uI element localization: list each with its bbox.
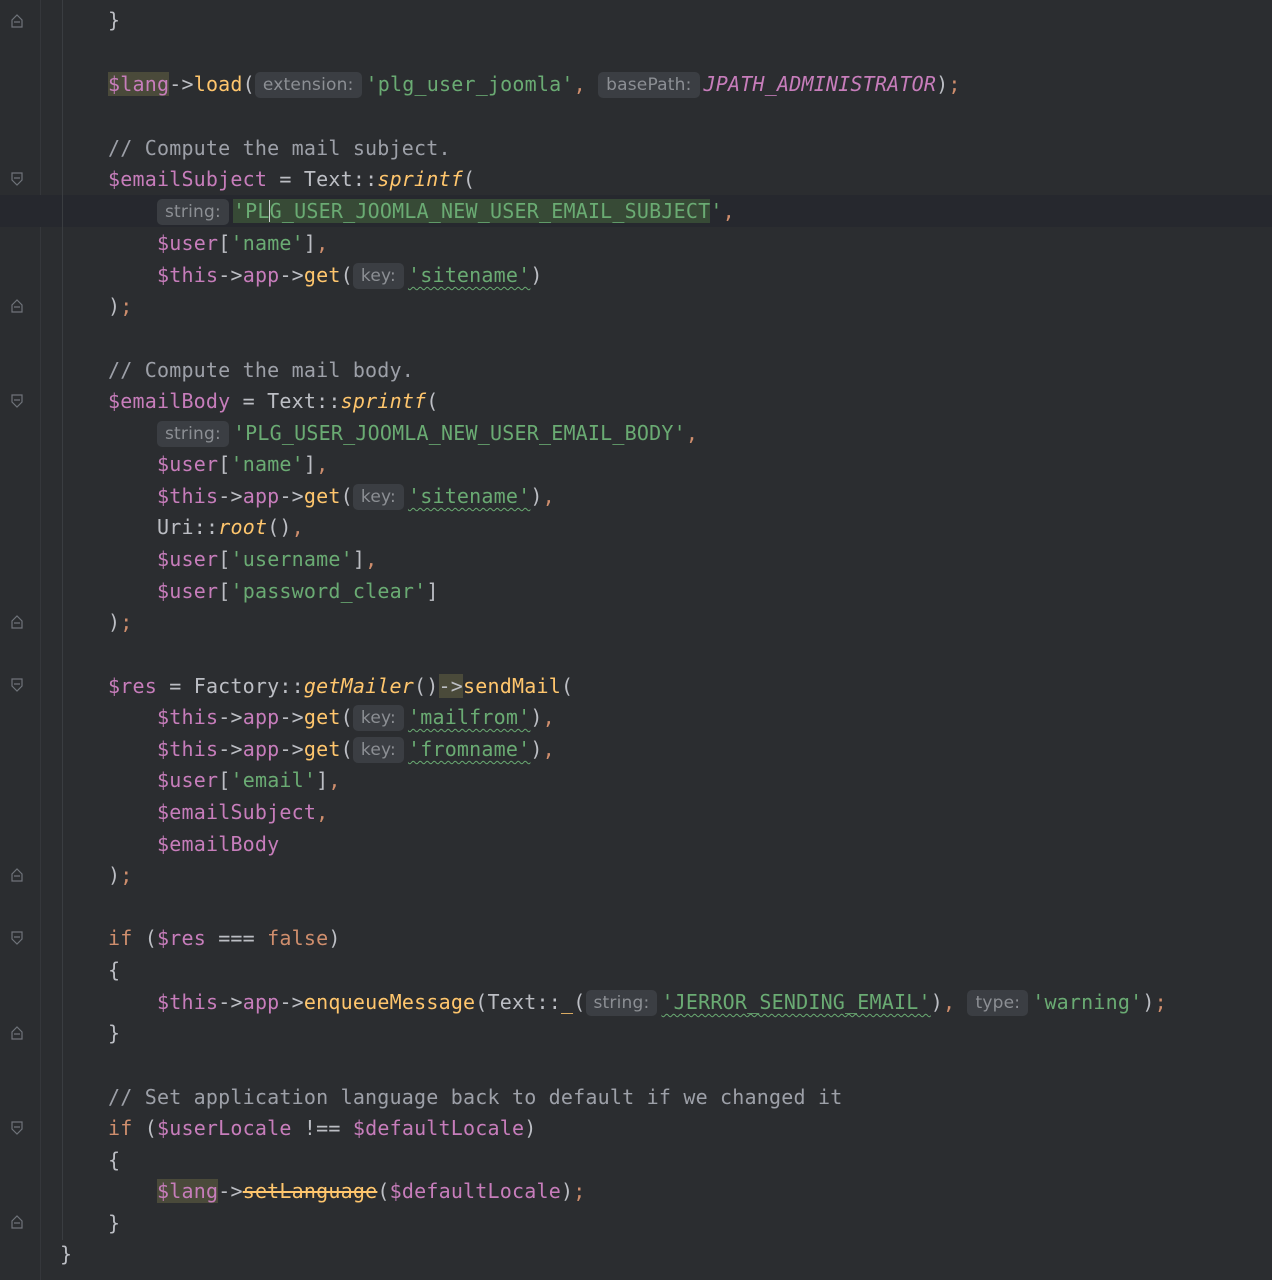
code-line: } (108, 1021, 121, 1045)
code-line: { (108, 1148, 121, 1172)
code-line: $res = Factory::getMailer()->sendMail( (108, 674, 574, 698)
code-line: } (108, 1211, 121, 1235)
param-hint: key: (352, 263, 404, 289)
code-line: $this->app->get(key:'sitename'), (157, 484, 555, 510)
fold-end-icon[interactable] (11, 1026, 23, 1040)
param-hint: string: (585, 990, 658, 1016)
code-line: string: 'PLG_USER_JOOMLA_NEW_USER_EMAIL_B… (157, 417, 698, 449)
code-line: $lang->setLanguage($defaultLocale); (157, 1179, 586, 1203)
code-line: $emailSubject = Text::sprintf( (108, 167, 476, 191)
code-line: $lang->load(extension:'plg_user_joomla',… (108, 72, 961, 98)
code-area[interactable]: } $lang->load(extension:'plg_user_joomla… (40, 0, 1272, 1280)
code-editor[interactable]: } $lang->load(extension:'plg_user_joomla… (0, 0, 1272, 1280)
fold-end-icon[interactable] (11, 14, 23, 28)
code-line: Uri::root(), (157, 515, 304, 539)
fold-start-icon[interactable] (11, 172, 23, 186)
param-hint: type: (967, 990, 1029, 1016)
param-hint: string: (157, 199, 229, 225)
code-line: ); (108, 863, 133, 887)
indent-guide (62, 0, 63, 1240)
comment-line: // Compute the mail subject. (108, 136, 451, 160)
code-line: } (108, 8, 121, 32)
fold-start-icon[interactable] (11, 1121, 23, 1135)
fold-start-icon[interactable] (11, 678, 23, 692)
comment-line: // Set application language back to defa… (108, 1085, 843, 1109)
code-line: $emailBody = Text::sprintf( (108, 389, 439, 413)
comment-line: // Compute the mail body. (108, 358, 415, 382)
code-line: $user['email'], (157, 768, 341, 792)
code-line: { (108, 958, 121, 982)
code-line: $emailBody (157, 832, 280, 856)
code-line: ); (108, 294, 133, 318)
code-line: $user['name'], (157, 452, 329, 476)
code-line: $emailSubject, (157, 800, 329, 824)
code-line: $user['name'], (157, 231, 329, 255)
code-line: ); (108, 610, 133, 634)
fold-end-icon[interactable] (11, 299, 23, 313)
param-hint: key: (352, 737, 404, 763)
fold-end-icon[interactable] (11, 1215, 23, 1229)
fold-end-icon[interactable] (11, 868, 23, 882)
code-line: $this->app->enqueueMessage(Text::_(strin… (157, 990, 1167, 1016)
code-line: $this->app->get(key:'fromname'), (157, 737, 555, 763)
fold-start-icon[interactable] (11, 931, 23, 945)
gutter (0, 0, 41, 1280)
code-line: if ($userLocale !== $defaultLocale) (108, 1116, 537, 1140)
code-line: $this->app->get(key:'sitename') (157, 263, 543, 289)
fold-end-icon[interactable] (11, 615, 23, 629)
code-line: $user['password_clear'] (157, 579, 439, 603)
code-line: } (60, 1242, 73, 1266)
fold-start-icon[interactable] (11, 394, 23, 408)
param-hint: extension: (254, 72, 362, 98)
code-line: string: 'PLG_USER_JOOMLA_NEW_USER_EMAIL_S… (157, 195, 735, 227)
param-hint: key: (352, 484, 404, 510)
param-hint: string: (157, 421, 229, 447)
code-line: $user['username'], (157, 547, 378, 571)
code-line: $this->app->get(key:'mailfrom'), (157, 705, 555, 731)
param-hint: basePath: (598, 72, 700, 98)
param-hint: key: (352, 705, 404, 731)
code-line: if ($res === false) (108, 926, 341, 950)
